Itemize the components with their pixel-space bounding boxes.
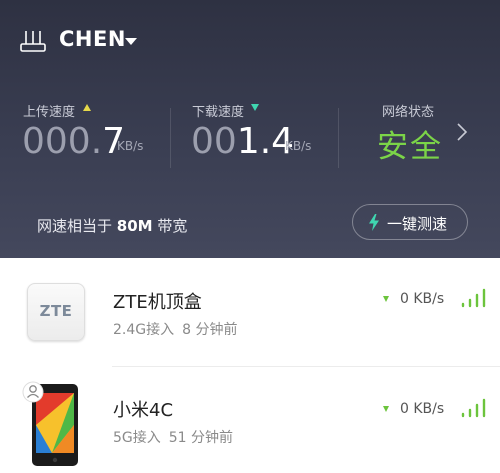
divider [338,108,339,168]
device-speed: 0 KB/s [400,291,445,307]
signal-strength-icon [461,288,486,308]
download-arrow-icon [383,296,389,302]
zte-logo-icon: ZTE [27,283,85,341]
upload-speed-unit: KB/s [117,139,144,153]
upload-speed-value: 000.7 [22,121,126,162]
network-status-value[interactable]: 安全 [377,121,443,166]
network-status-label: 网络状态 [382,105,435,120]
download-arrow-icon [251,104,259,111]
divider [170,108,171,168]
device-row-zte[interactable]: ZTE ZTE机顶盒 2.4G接入 8 分钟前 0 KB/s [0,262,500,366]
device-connection-info: 5G接入 51 分钟前 [113,430,234,446]
device-row-xiaomi[interactable]: 小米4C 5G接入 51 分钟前 0 KB/s [0,368,500,472]
router-icon [20,31,46,52]
bandwidth-summary: 网速相当于 80M 带宽 [37,217,188,235]
signal-strength-icon [461,398,486,418]
download-arrow-icon [383,406,389,412]
phone-thumbnail-icon [22,381,78,466]
upload-arrow-icon [83,104,91,111]
status-header: CHEN 上传速度 000.7 KB/s 下载速度 001.4 KB/s 网络状… [0,0,500,258]
download-speed-value: 001.4 [191,121,295,162]
speed-test-button[interactable]: 一键测速 [352,204,468,240]
upload-speed-label: 上传速度 [23,105,76,120]
device-speed: 0 KB/s [400,401,445,417]
speed-test-label: 一键测速 [387,215,448,233]
lightning-icon [369,214,379,231]
download-speed-unit: KB/s [285,139,312,153]
chevron-down-icon[interactable] [125,38,137,45]
chevron-right-icon[interactable] [456,122,468,142]
device-name: 小米4C [113,400,174,421]
router-name[interactable]: CHEN [59,27,126,51]
device-name: ZTE机顶盒 [113,292,202,313]
device-connection-info: 2.4G接入 8 分钟前 [113,322,238,338]
download-speed-label: 下载速度 [192,105,245,120]
row-divider [112,366,500,367]
